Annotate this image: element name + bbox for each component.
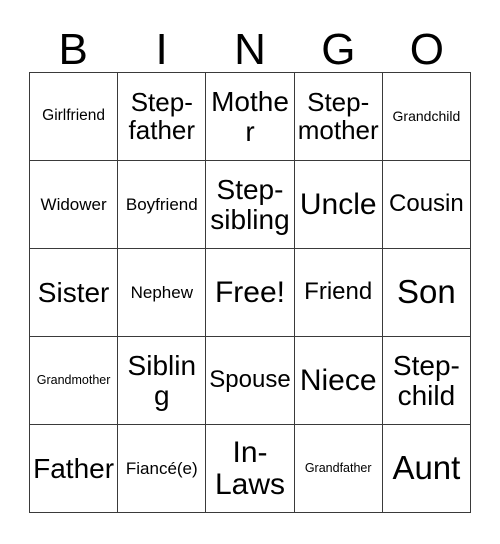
bingo-cell-label: Spouse: [209, 366, 291, 394]
bingo-cell[interactable]: Step-father: [118, 73, 207, 161]
bingo-cell-label: Father: [33, 452, 115, 484]
bingo-cell[interactable]: Boyfriend: [118, 161, 207, 249]
bingo-cell[interactable]: Cousin: [382, 161, 471, 249]
bingo-cell-label: Step-father: [128, 87, 196, 145]
bingo-cell[interactable]: Mother: [206, 73, 295, 161]
bingo-cell[interactable]: Friend: [294, 249, 383, 337]
bingo-cell-label: Grandchild: [392, 108, 461, 125]
bingo-cell[interactable]: Widower: [30, 161, 119, 249]
bingo-cell-label: Step-child: [392, 350, 460, 411]
bingo-cell-label: Widower: [40, 194, 107, 214]
bingo-cell[interactable]: Grandfather: [294, 425, 383, 513]
bingo-cell-label: In-Laws: [214, 436, 286, 501]
bingo-cell-label: Grandmother: [36, 373, 111, 387]
bingo-cell-label: Fiancé(e): [125, 458, 198, 478]
bingo-header-letter-n: N: [234, 25, 266, 74]
bingo-cell-label: Mother: [211, 86, 289, 147]
bingo-cell[interactable]: Sister: [30, 249, 119, 337]
bingo-free-cell[interactable]: Free!: [206, 249, 295, 337]
bingo-cell-label: Son: [397, 273, 456, 311]
bingo-cell[interactable]: Step-sibling: [206, 161, 295, 249]
bingo-cell-label: Sibling: [127, 350, 197, 411]
bingo-cell-label: Cousin: [389, 190, 464, 218]
bingo-cell-label: Girlfriend: [42, 107, 106, 125]
bingo-cell[interactable]: Father: [30, 425, 119, 513]
bingo-header-letter-i: I: [155, 25, 168, 74]
bingo-cell-label: Free!: [214, 275, 285, 309]
bingo-cell[interactable]: Sibling: [118, 337, 207, 425]
bingo-cell-label: Boyfriend: [125, 194, 198, 214]
bingo-cell[interactable]: Uncle: [294, 161, 383, 249]
bingo-header-letter-b: B: [58, 25, 88, 74]
bingo-cell-label: Nephew: [130, 282, 193, 302]
bingo-cell[interactable]: Grandchild: [382, 73, 471, 161]
bingo-cell-label: Uncle: [299, 187, 377, 221]
bingo-cell-label: Step-mother: [297, 87, 379, 145]
bingo-cell[interactable]: Son: [382, 249, 471, 337]
bingo-cell-label: Aunt: [392, 449, 461, 487]
bingo-cell[interactable]: Step-child: [382, 337, 471, 425]
bingo-header-letter-g: G: [321, 25, 356, 74]
bingo-cell[interactable]: Nephew: [118, 249, 207, 337]
bingo-grid: Girlfriend Step-father Mother Step-mother Gr…: [29, 72, 471, 513]
bingo-cell[interactable]: Aunt: [382, 425, 471, 513]
bingo-cell-label: Grandfather: [304, 461, 372, 475]
bingo-header-letter-o: O: [409, 25, 444, 74]
bingo-cell[interactable]: Niece: [294, 337, 383, 425]
bingo-cell[interactable]: Fiancé(e): [118, 425, 207, 513]
bingo-card: B I N G O Girlfriend Step-father Mother Step-mo…: [0, 0, 500, 544]
bingo-cell[interactable]: Spouse: [206, 337, 295, 425]
bingo-header-row: BINGO: [29, 20, 471, 72]
bingo-cell-label: Friend: [304, 278, 373, 306]
bingo-cell-label: Niece: [299, 363, 377, 397]
bingo-cell-label: Step-sibling: [210, 174, 290, 235]
bingo-cell[interactable]: Girlfriend: [30, 73, 119, 161]
bingo-cell-label: Sister: [37, 276, 110, 308]
bingo-cell[interactable]: In-Laws: [206, 425, 295, 513]
bingo-cell[interactable]: Grandmother: [30, 337, 119, 425]
bingo-cell[interactable]: Step-mother: [294, 73, 383, 161]
